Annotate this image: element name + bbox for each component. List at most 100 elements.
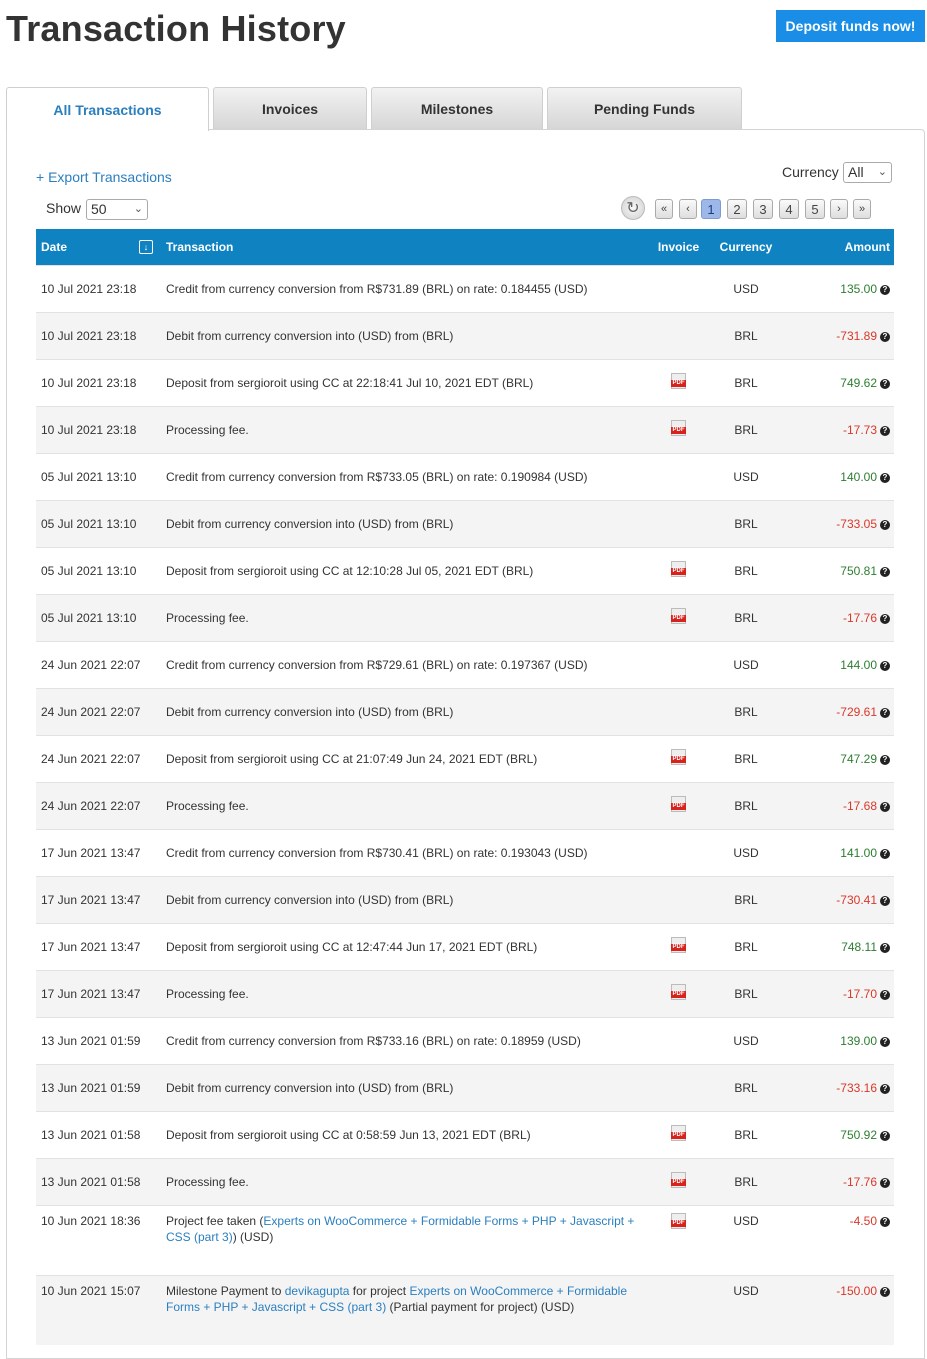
question-circle-icon[interactable]: ? [880, 1217, 890, 1227]
export-transactions-link[interactable]: + Export Transactions [36, 169, 172, 185]
invoice-cell: PDF [646, 782, 711, 830]
pdf-icon[interactable]: PDF [671, 1213, 686, 1229]
transaction-link[interactable]: devikagupta [285, 1284, 350, 1298]
transaction-amount: -4.50 [849, 1214, 877, 1228]
question-circle-icon[interactable]: ? [880, 520, 890, 530]
pdf-icon[interactable]: PDF [671, 420, 686, 436]
question-circle-icon[interactable]: ? [880, 426, 890, 436]
tab-all-transactions[interactable]: All Transactions [6, 87, 209, 131]
page-size-select[interactable]: 50 ⌄ [86, 199, 148, 220]
sort-down-icon[interactable]: ↓ [139, 240, 153, 254]
pdf-icon[interactable]: PDF [671, 373, 686, 389]
table-row: 05 Jul 2021 13:10 Debit from currency con… [36, 500, 894, 548]
transaction-amount: 141.00 [840, 846, 877, 860]
transaction-amount: 747.29 [840, 752, 877, 766]
question-circle-icon[interactable]: ? [880, 802, 890, 812]
tab-milestones[interactable]: Milestones [371, 87, 543, 129]
amount-cell: -17.73? [781, 406, 894, 454]
question-circle-icon[interactable]: ? [880, 708, 890, 718]
table-row: 10 Jun 2021 15:07 Milestone Payment to de… [36, 1275, 894, 1345]
pager-page-3[interactable]: 3 [753, 199, 773, 219]
transaction-currency: USD [711, 1205, 781, 1276]
question-circle-icon[interactable]: ? [880, 379, 890, 389]
transaction-currency: BRL [711, 876, 781, 924]
transaction-description: Milestone Payment to devikagupta for pro… [161, 1275, 646, 1345]
transaction-amount: 144.00 [840, 658, 877, 672]
tab-invoices[interactable]: Invoices [213, 87, 367, 129]
tab-pending-funds[interactable]: Pending Funds [547, 87, 742, 129]
transaction-date: 10 Jul 2021 23:18 [36, 406, 161, 454]
question-circle-icon[interactable]: ? [880, 755, 890, 765]
pdf-icon[interactable]: PDF [671, 796, 686, 812]
pager-next-button[interactable]: › [830, 199, 848, 219]
table-row: 17 Jun 2021 13:47 Processing fee. PDF BRL -1… [36, 970, 894, 1018]
invoice-cell [646, 876, 711, 924]
pager-page-5[interactable]: 5 [805, 199, 825, 219]
invoice-cell: PDF [646, 547, 711, 595]
question-circle-icon[interactable]: ? [880, 614, 890, 624]
pager-last-button[interactable]: » [853, 199, 871, 219]
pager-page-1[interactable]: 1 [701, 199, 721, 219]
question-circle-icon[interactable]: ? [880, 990, 890, 1000]
pdf-icon[interactable]: PDF [671, 749, 686, 765]
transaction-description: Deposit from sergioroit using CC at 22:1… [161, 359, 646, 407]
transaction-currency: BRL [711, 688, 781, 736]
question-circle-icon[interactable]: ? [880, 896, 890, 906]
question-circle-icon[interactable]: ? [880, 943, 890, 953]
invoice-column-header: Invoice [646, 229, 711, 266]
deposit-funds-button[interactable]: Deposit funds now! [776, 10, 925, 42]
question-circle-icon[interactable]: ? [880, 332, 890, 342]
question-circle-icon[interactable]: ? [880, 285, 890, 295]
invoice-cell [646, 312, 711, 360]
pdf-icon[interactable]: PDF [671, 561, 686, 577]
transaction-description: Credit from currency conversion from R$7… [161, 453, 646, 501]
pager-page-4[interactable]: 4 [779, 199, 799, 219]
table-header-row: Date ↓ Transaction Invoice Currency Amou… [36, 229, 894, 266]
invoice-cell: PDF [646, 970, 711, 1018]
transaction-text: (Partial payment for project) (USD) [386, 1300, 575, 1314]
question-circle-icon[interactable]: ? [880, 1037, 890, 1047]
pdf-icon[interactable]: PDF [671, 1125, 686, 1141]
pdf-icon[interactable]: PDF [671, 1172, 686, 1188]
pager-prev-button[interactable]: ‹ [679, 199, 697, 219]
amount-cell: 748.11? [781, 923, 894, 971]
transaction-date: 24 Jun 2021 22:07 [36, 782, 161, 830]
pdf-icon[interactable]: PDF [671, 937, 686, 953]
pager-page-2[interactable]: 2 [727, 199, 747, 219]
question-circle-icon[interactable]: ? [880, 1084, 890, 1094]
pdf-icon[interactable]: PDF [671, 984, 686, 1000]
transaction-amount: 750.81 [840, 564, 877, 578]
amount-cell: -4.50? [781, 1205, 894, 1276]
invoice-cell [646, 265, 711, 313]
amount-cell: 141.00? [781, 829, 894, 877]
amount-cell: -729.61? [781, 688, 894, 736]
refresh-icon[interactable]: ↻ [621, 196, 645, 220]
table-row: 05 Jul 2021 13:10 Deposit from sergioroit… [36, 547, 894, 595]
question-circle-icon[interactable]: ? [880, 1178, 890, 1188]
transaction-currency: BRL [711, 359, 781, 407]
amount-cell: -17.68? [781, 782, 894, 830]
transaction-amount: -17.70 [842, 987, 877, 1001]
transaction-description: Credit from currency conversion from R$7… [161, 829, 646, 877]
amount-cell: -17.76? [781, 1158, 894, 1206]
transaction-text: for project [349, 1284, 410, 1298]
invoice-cell [646, 1275, 711, 1345]
amount-cell: -17.70? [781, 970, 894, 1018]
question-circle-icon[interactable]: ? [880, 473, 890, 483]
table-row: 17 Jun 2021 13:47 Credit from currency co… [36, 829, 894, 877]
invoice-cell: PDF [646, 1111, 711, 1159]
date-column-header[interactable]: Date ↓ [36, 229, 161, 266]
currency-select[interactable]: All ⌄ [843, 162, 892, 183]
pager-first-button[interactable]: « [655, 199, 673, 219]
question-circle-icon[interactable]: ? [880, 1131, 890, 1141]
invoice-cell [646, 688, 711, 736]
question-circle-icon[interactable]: ? [880, 567, 890, 577]
pdf-icon[interactable]: PDF [671, 608, 686, 624]
question-circle-icon[interactable]: ? [880, 849, 890, 859]
invoice-cell [646, 453, 711, 501]
question-circle-icon[interactable]: ? [880, 661, 890, 671]
transaction-date: 24 Jun 2021 22:07 [36, 735, 161, 783]
table-row: 10 Jul 2021 23:18 Credit from currency co… [36, 265, 894, 313]
question-circle-icon[interactable]: ? [880, 1287, 890, 1297]
transaction-date: 13 Jun 2021 01:59 [36, 1064, 161, 1112]
